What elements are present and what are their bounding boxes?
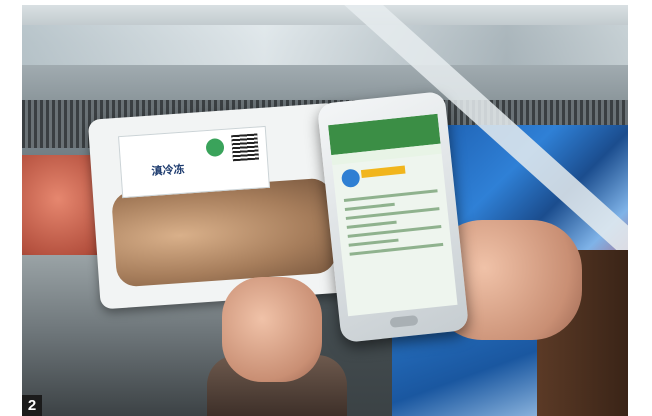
- smartphone: [316, 90, 470, 344]
- qr-code-icon: [231, 133, 259, 162]
- trace-logo-icon: [340, 168, 361, 189]
- screen-line: [346, 220, 397, 229]
- product-label-text: 滇冷冻: [151, 162, 185, 178]
- figure-number-badge: 2: [22, 395, 42, 416]
- home-button: [389, 314, 419, 328]
- screen-line: [348, 238, 399, 247]
- left-hand: [222, 277, 322, 382]
- freezer-glass: [22, 25, 628, 65]
- screen-line: [344, 202, 395, 211]
- photo-scene: 滇冷冻: [22, 5, 628, 416]
- screen-tag: [360, 165, 406, 179]
- screen-line: [343, 189, 438, 203]
- phone-screen: [328, 113, 458, 317]
- seal-icon: [205, 137, 225, 158]
- product-label: 滇冷冻: [118, 125, 270, 199]
